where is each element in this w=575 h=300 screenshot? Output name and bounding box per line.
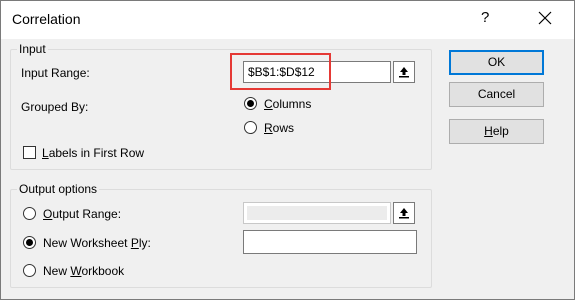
title-bar: Correlation ? (1, 1, 574, 39)
output-range-field[interactable] (243, 202, 391, 224)
grouped-by-label: Grouped By: (21, 100, 89, 114)
new-workbook-label[interactable]: New Workbook (43, 264, 124, 278)
output-range-text: utput Range: (52, 207, 122, 221)
columns-label[interactable]: Columns (264, 97, 311, 111)
input-range-highlight (230, 53, 331, 90)
collapse-dialog-icon (398, 66, 410, 78)
new-workbook-text-post: orkbook (81, 264, 125, 278)
columns-mnemonic: C (264, 97, 273, 111)
labels-text: abels in First Row (48, 146, 145, 160)
input-group-title: Input (17, 42, 48, 56)
rows-radio[interactable] (244, 121, 257, 134)
ok-button[interactable]: OK (449, 50, 544, 75)
cancel-button[interactable]: Cancel (449, 82, 544, 107)
new-worksheet-ply-field[interactable] (243, 230, 417, 254)
new-worksheet-text-post: ly: (138, 236, 151, 250)
labels-first-row-label[interactable]: Labels in First Row (42, 146, 144, 160)
columns-radio[interactable] (244, 97, 257, 110)
output-options-title: Output options (17, 182, 100, 196)
close-icon[interactable] (536, 9, 554, 27)
rows-text: ows (272, 121, 295, 135)
output-range-label[interactable]: Output Range: (43, 207, 121, 221)
correlation-dialog: Correlation ? Input Input Range: $B$1:$D… (0, 0, 575, 300)
collapse-dialog-icon (398, 207, 410, 219)
new-workbook-radio[interactable] (23, 264, 36, 277)
rows-label[interactable]: Rows (264, 121, 294, 135)
output-range-collapse-button[interactable] (393, 202, 415, 224)
rows-mnemonic: R (264, 121, 273, 135)
dialog-title: Correlation (12, 11, 81, 27)
help-question-button[interactable]: ? (481, 9, 489, 26)
input-range-collapse-button[interactable] (393, 61, 415, 83)
new-workbook-text-pre: New (43, 264, 71, 278)
help-button[interactable]: Help (449, 119, 544, 144)
output-range-mnemonic: O (43, 207, 53, 221)
labels-first-row-checkbox[interactable] (23, 146, 36, 159)
new-worksheet-ply-radio[interactable] (23, 236, 36, 249)
labels-mnemonic: L (42, 146, 49, 160)
help-text: elp (492, 124, 509, 138)
new-worksheet-mnemonic: P (130, 236, 139, 250)
new-workbook-mnemonic: W (70, 264, 82, 278)
help-mnemonic: H (484, 124, 493, 138)
new-worksheet-text-pre: New Worksheet (43, 236, 131, 250)
columns-text: olumns (272, 97, 312, 111)
new-worksheet-ply-label[interactable]: New Worksheet Ply: (43, 236, 151, 250)
output-range-radio[interactable] (23, 207, 36, 220)
output-range-fill (247, 206, 387, 220)
input-range-label: Input Range: (21, 66, 90, 80)
